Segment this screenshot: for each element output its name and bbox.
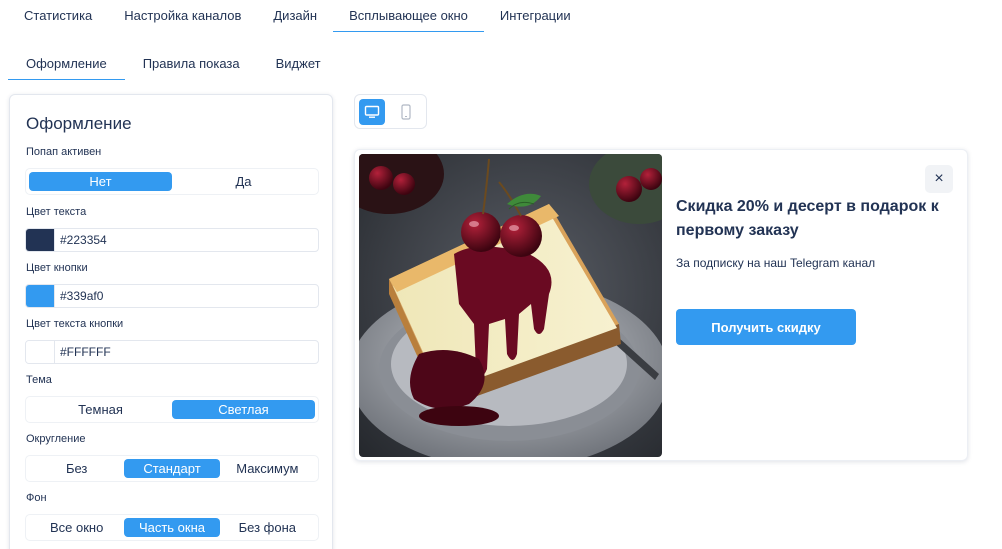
theme-dark[interactable]: Темная xyxy=(29,400,172,419)
button-color-swatch[interactable] xyxy=(26,285,55,307)
background-none[interactable]: Без фона xyxy=(220,518,315,537)
appearance-panel: Оформление Попап активен Нет Да Цвет тек… xyxy=(9,94,333,549)
text-color-swatch[interactable] xyxy=(26,229,55,251)
background-partial[interactable]: Часть окна xyxy=(124,518,220,537)
tab-design[interactable]: Дизайн xyxy=(257,0,333,32)
device-toggle xyxy=(354,94,427,129)
button-color-label: Цвет кнопки xyxy=(26,262,88,274)
rounding-max[interactable]: Максимум xyxy=(220,459,315,478)
background-toggle: Все окно Часть окна Без фона xyxy=(25,514,319,541)
subtab-appearance[interactable]: Оформление xyxy=(8,50,125,80)
popup-close-button[interactable]: × xyxy=(925,165,953,193)
button-text-color-value[interactable]: #FFFFFF xyxy=(55,345,111,359)
popup-preview: × Скидка 20% и десерт в подарок к первом… xyxy=(354,149,968,461)
popup-subtitle: За подписку на наш Telegram канал xyxy=(676,256,876,270)
button-text-color-swatch[interactable] xyxy=(26,341,55,363)
button-color-field[interactable]: #339af0 xyxy=(25,284,319,308)
text-color-label: Цвет текста xyxy=(26,206,87,218)
mobile-icon xyxy=(401,103,411,120)
theme-light[interactable]: Светлая xyxy=(172,400,315,419)
mobile-view-button[interactable] xyxy=(393,99,419,125)
tab-channel-settings[interactable]: Настройка каналов xyxy=(108,0,257,32)
popup-title: Скидка 20% и десерт в подарок к первому … xyxy=(676,198,939,239)
subtab-display-rules[interactable]: Правила показа xyxy=(125,50,258,80)
rounding-standard[interactable]: Стандарт xyxy=(124,459,220,478)
background-label: Фон xyxy=(26,492,47,504)
rounding-none[interactable]: Без xyxy=(29,459,124,478)
cheesecake-image xyxy=(359,154,662,457)
background-full[interactable]: Все окно xyxy=(29,518,124,537)
top-tabs: Статистика Настройка каналов Дизайн Вспл… xyxy=(8,0,587,32)
text-color-field[interactable]: #223354 xyxy=(25,228,319,252)
theme-toggle: Темная Светлая xyxy=(25,396,319,423)
button-color-value[interactable]: #339af0 xyxy=(55,289,103,303)
desktop-icon xyxy=(364,105,380,118)
tab-statistics[interactable]: Статистика xyxy=(8,0,108,32)
close-icon: × xyxy=(934,170,944,187)
popup-active-label: Попап активен xyxy=(26,146,102,158)
text-color-value[interactable]: #223354 xyxy=(55,233,107,247)
panel-title: Оформление xyxy=(26,114,132,133)
button-text-color-field[interactable]: #FFFFFF xyxy=(25,340,319,364)
popup-active-toggle: Нет Да xyxy=(25,168,319,195)
desktop-view-button[interactable] xyxy=(359,98,385,125)
tab-integrations[interactable]: Интеграции xyxy=(484,0,587,32)
subtab-widget[interactable]: Виджет xyxy=(258,50,339,80)
popup-active-no[interactable]: Нет xyxy=(29,172,172,191)
button-text-color-label: Цвет текста кнопки xyxy=(26,318,124,330)
theme-label: Тема xyxy=(26,374,52,386)
tab-popup[interactable]: Всплывающее окно xyxy=(333,0,484,32)
get-discount-button[interactable]: Получить скидку xyxy=(676,309,856,345)
sub-tabs: Оформление Правила показа Виджет xyxy=(8,50,339,80)
rounding-toggle: Без Стандарт Максимум xyxy=(25,455,319,482)
cheesecake-illustration xyxy=(359,154,662,457)
popup-active-yes[interactable]: Да xyxy=(172,172,315,191)
rounding-label: Округление xyxy=(26,433,86,445)
